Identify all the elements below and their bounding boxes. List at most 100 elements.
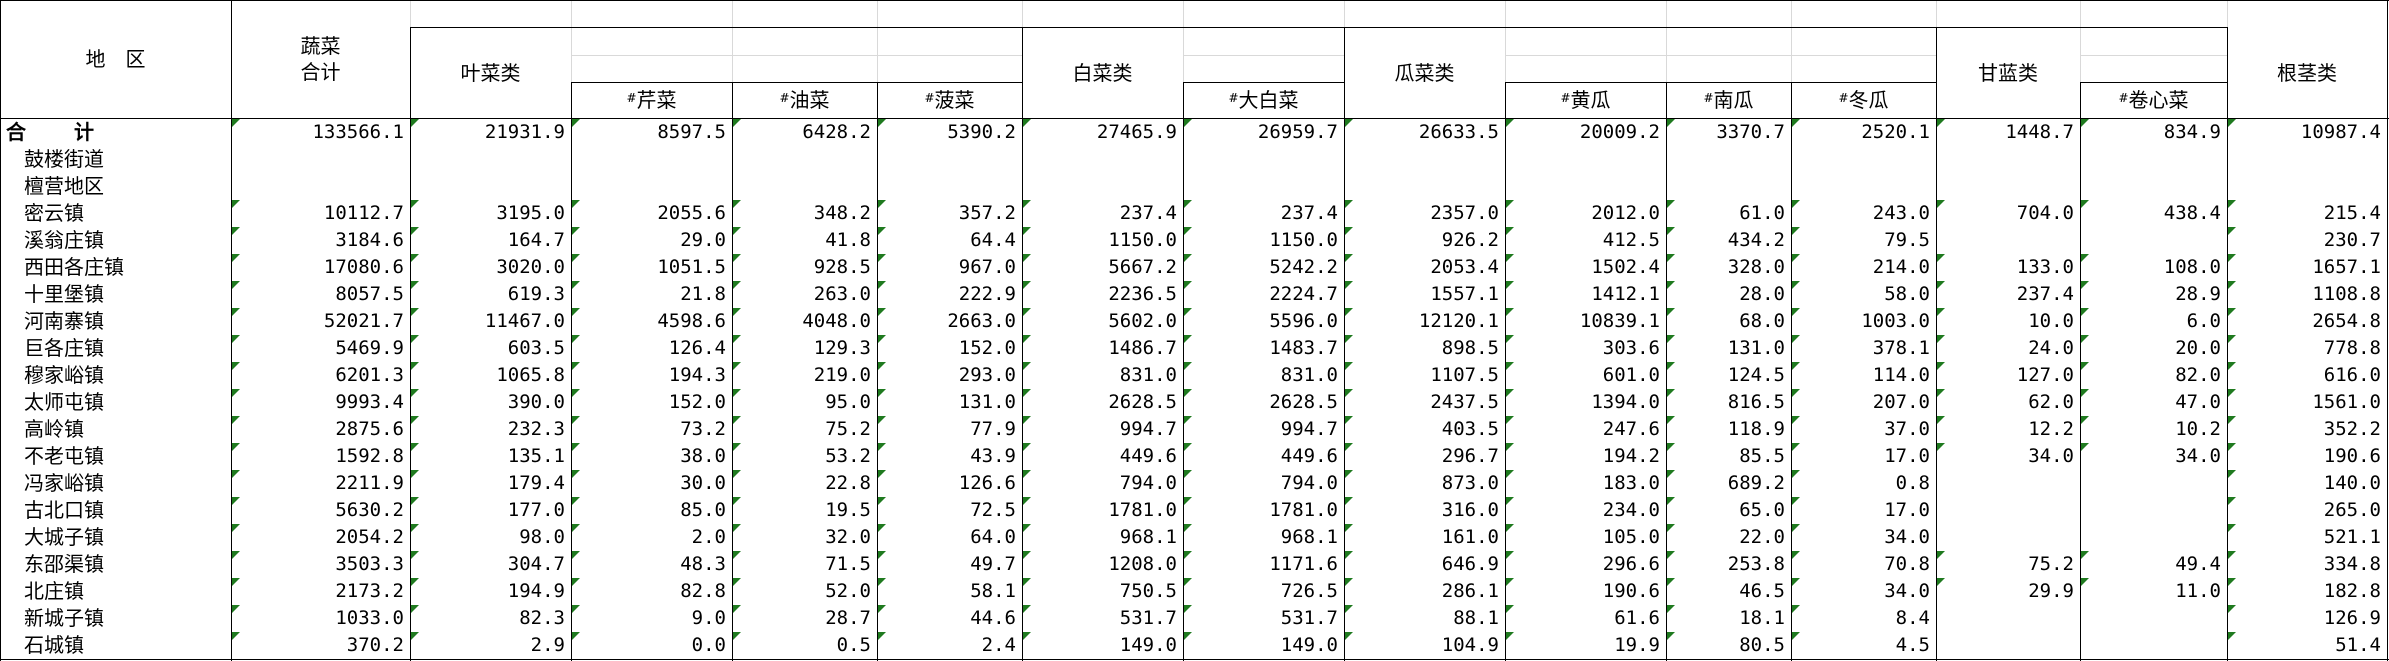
value-cell: 58.0 bbox=[1884, 283, 1930, 305]
value-cell: 370.2 bbox=[346, 634, 404, 656]
header-napa-label: 大白菜 bbox=[1238, 88, 1299, 112]
number-stored-as-text-indicator bbox=[411, 524, 419, 532]
number-stored-as-text-indicator bbox=[1506, 416, 1514, 424]
number-stored-as-text-indicator bbox=[1023, 470, 1031, 478]
value-cell: 32.0 bbox=[825, 526, 871, 548]
number-stored-as-text-indicator bbox=[2081, 200, 2089, 208]
header-veg-total-line1: 蔬菜 bbox=[300, 34, 341, 58]
region-name: 巨各庄镇 bbox=[24, 336, 104, 360]
number-stored-as-text-indicator bbox=[1937, 200, 1945, 208]
value-cell: 2.9 bbox=[530, 634, 565, 656]
value-cell: 3503.3 bbox=[335, 553, 404, 575]
value-cell: 49.7 bbox=[970, 553, 1016, 575]
number-stored-as-text-indicator bbox=[1506, 497, 1514, 505]
value-cell: 75.2 bbox=[2028, 553, 2074, 575]
value-cell: 1657.1 bbox=[2312, 256, 2381, 278]
value-cell: 126.4 bbox=[668, 337, 726, 359]
number-stored-as-text-indicator bbox=[2228, 281, 2236, 289]
value-cell: 133566.1 bbox=[312, 121, 404, 143]
header-celery: #芹菜 bbox=[571, 87, 732, 113]
value-cell: 928.5 bbox=[813, 256, 871, 278]
value-cell: 41.8 bbox=[825, 229, 871, 251]
number-stored-as-text-indicator bbox=[2081, 335, 2089, 343]
number-stored-as-text-indicator bbox=[1792, 524, 1800, 532]
value-cell: 2211.9 bbox=[335, 472, 404, 494]
value-cell: 1448.7 bbox=[2005, 121, 2074, 143]
number-stored-as-text-indicator bbox=[1506, 578, 1514, 586]
value-cell: 51.4 bbox=[2335, 634, 2381, 656]
value-cell: 17.0 bbox=[1884, 499, 1930, 521]
value-cell: 1208.0 bbox=[1108, 553, 1177, 575]
value-cell: 601.0 bbox=[1602, 364, 1660, 386]
number-stored-as-text-indicator bbox=[572, 605, 580, 613]
value-cell: 378.1 bbox=[1872, 337, 1930, 359]
value-cell: 263.0 bbox=[813, 283, 871, 305]
header-napa: #大白菜 bbox=[1183, 87, 1344, 113]
value-cell: 190.6 bbox=[2323, 445, 2381, 467]
number-stored-as-text-indicator bbox=[1937, 551, 1945, 559]
value-cell: 27465.9 bbox=[1096, 121, 1177, 143]
number-stored-as-text-indicator bbox=[1667, 605, 1675, 613]
header-veg-total: 蔬菜 合计 bbox=[231, 33, 410, 85]
value-cell: 2628.5 bbox=[1269, 391, 1338, 413]
number-stored-as-text-indicator bbox=[1667, 416, 1675, 424]
value-cell: 114.0 bbox=[1872, 364, 1930, 386]
value-cell: 49.4 bbox=[2175, 553, 2221, 575]
value-cell: 5596.0 bbox=[1269, 310, 1338, 332]
number-stored-as-text-indicator bbox=[878, 497, 886, 505]
number-stored-as-text-indicator bbox=[733, 362, 741, 370]
value-cell: 994.7 bbox=[1119, 418, 1177, 440]
value-cell: 357.2 bbox=[958, 202, 1016, 224]
number-stored-as-text-indicator bbox=[1792, 335, 1800, 343]
number-stored-as-text-indicator bbox=[572, 551, 580, 559]
region-name: 北庄镇 bbox=[24, 579, 84, 603]
value-cell: 21931.9 bbox=[484, 121, 565, 143]
table-row: 大城子镇 2054.2 98.0 2.0 32.0 64.0 968.1 968.1 161.0… bbox=[0, 524, 2389, 551]
number-stored-as-text-indicator bbox=[1023, 578, 1031, 586]
header-cabbage-class: 白菜类 bbox=[1072, 61, 1133, 85]
number-stored-as-text-indicator bbox=[1345, 551, 1353, 559]
number-stored-as-text-indicator bbox=[878, 632, 886, 640]
number-stored-as-text-indicator bbox=[733, 281, 741, 289]
region-name: 石城镇 bbox=[24, 633, 84, 657]
value-cell: 2224.7 bbox=[1269, 283, 1338, 305]
number-stored-as-text-indicator bbox=[411, 551, 419, 559]
number-stored-as-text-indicator bbox=[733, 443, 741, 451]
value-cell: 82.8 bbox=[680, 580, 726, 602]
value-cell: 118.9 bbox=[1727, 418, 1785, 440]
number-stored-as-text-indicator bbox=[878, 119, 886, 127]
number-stored-as-text-indicator bbox=[411, 470, 419, 478]
number-stored-as-text-indicator bbox=[1345, 632, 1353, 640]
number-stored-as-text-indicator bbox=[1937, 362, 1945, 370]
value-cell: 1483.7 bbox=[1269, 337, 1338, 359]
value-cell bbox=[2080, 524, 2227, 551]
value-cell: 247.6 bbox=[1602, 418, 1660, 440]
value-cell: 831.0 bbox=[1119, 364, 1177, 386]
value-cell: 265.0 bbox=[2323, 499, 2381, 521]
table-row: 西田各庄镇 17080.6 3020.0 1051.5 928.5 967.0 5667.2… bbox=[0, 254, 2389, 281]
value-cell: 1108.8 bbox=[2312, 283, 2381, 305]
value-cell bbox=[410, 146, 571, 173]
value-cell: 1412.1 bbox=[1591, 283, 1660, 305]
value-cell: 1003.0 bbox=[1861, 310, 1930, 332]
value-cell: 968.1 bbox=[1119, 526, 1177, 548]
number-stored-as-text-indicator bbox=[2228, 389, 2236, 397]
number-stored-as-text-indicator bbox=[1792, 497, 1800, 505]
number-stored-as-text-indicator bbox=[2081, 389, 2089, 397]
number-stored-as-text-indicator bbox=[1345, 227, 1353, 235]
value-cell bbox=[2080, 146, 2227, 173]
value-cell bbox=[1936, 470, 2080, 497]
value-cell: 22.0 bbox=[1739, 526, 1785, 548]
value-cell: 689.2 bbox=[1727, 472, 1785, 494]
table-row: 新城子镇 1033.0 82.3 9.0 28.7 44.6 531.7 531.7 88.1 6… bbox=[0, 605, 2389, 632]
value-cell: 2628.5 bbox=[1108, 391, 1177, 413]
region-name: 太师屯镇 bbox=[24, 390, 104, 414]
value-cell: 4598.6 bbox=[657, 310, 726, 332]
number-stored-as-text-indicator bbox=[1345, 470, 1353, 478]
value-cell: 230.7 bbox=[2323, 229, 2381, 251]
value-cell: 603.5 bbox=[507, 337, 565, 359]
region-name: 密云镇 bbox=[24, 201, 84, 225]
value-cell: 303.6 bbox=[1602, 337, 1660, 359]
value-cell: 5667.2 bbox=[1108, 256, 1177, 278]
value-cell: 149.0 bbox=[1280, 634, 1338, 656]
